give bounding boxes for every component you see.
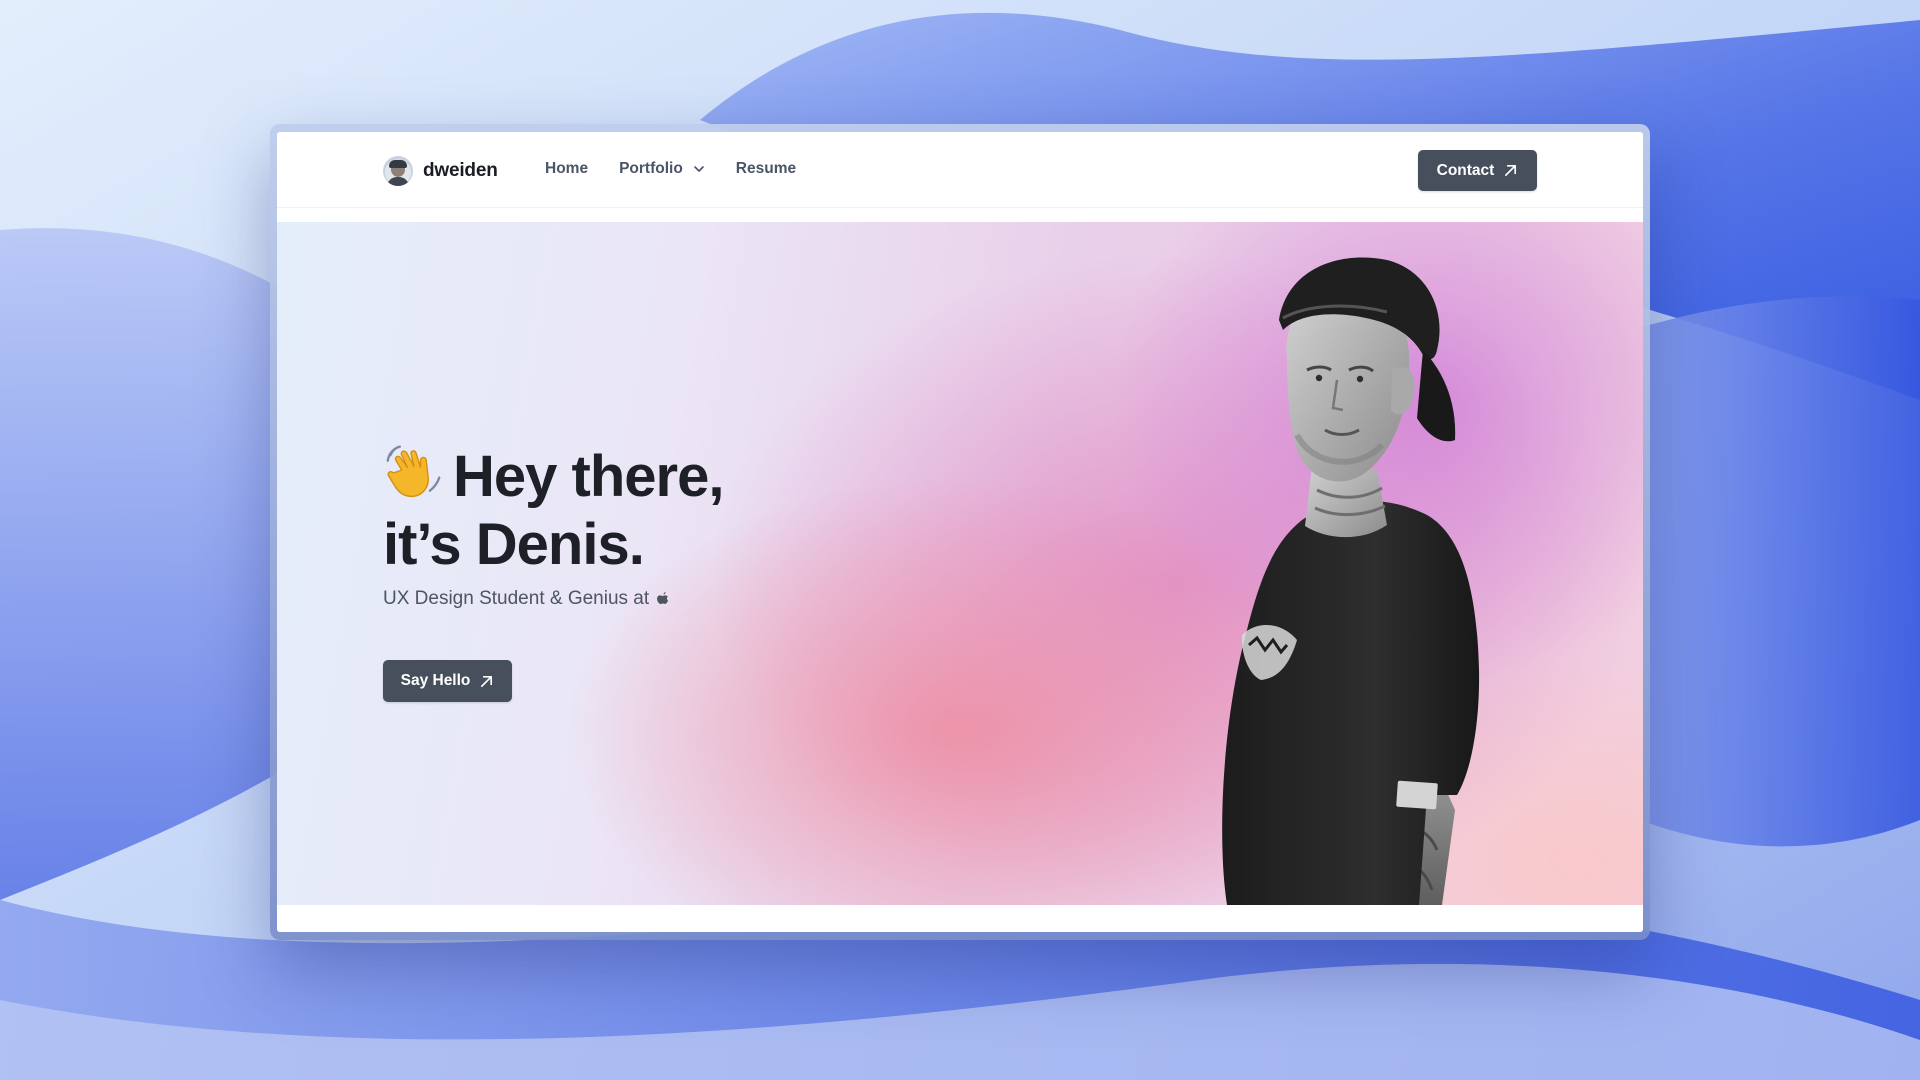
contact-button[interactable]: Contact (1418, 150, 1537, 191)
say-hello-label: Say Hello (400, 672, 471, 689)
page-bottom-strip (277, 905, 1643, 932)
nav-link-portfolio[interactable]: Portfolio (619, 160, 705, 178)
hero-title-line-1: Hey there, (453, 444, 724, 509)
arrow-up-right-icon (481, 675, 493, 687)
hero-section: Hey there, it’s Denis. UX Design Student… (277, 222, 1643, 905)
nav-link-home[interactable]: Home (545, 160, 588, 178)
avatar (383, 156, 413, 186)
page-viewport: dweiden Home Portfolio Resume Contact He… (277, 132, 1643, 932)
contact-button-label: Contact (1436, 161, 1495, 179)
arrow-up-right-icon (1505, 164, 1517, 177)
hero-title: Hey there, it’s Denis. (383, 442, 903, 579)
say-hello-button[interactable]: Say Hello (383, 660, 512, 702)
waving-hand-icon (386, 445, 441, 498)
brand-name: dweiden (423, 160, 498, 181)
portrait-photo (1222, 257, 1480, 905)
nav-links: Home Portfolio Resume (545, 160, 827, 178)
apple-logo-icon (657, 591, 669, 604)
hero-subtitle: UX Design Student & Genius at (383, 588, 670, 610)
brand-logo[interactable]: dweiden (383, 155, 498, 187)
chevron-down-icon (693, 166, 704, 172)
top-navigation: dweiden Home Portfolio Resume Contact (277, 132, 1643, 208)
browser-window: dweiden Home Portfolio Resume Contact He… (270, 124, 1650, 940)
nav-link-resume[interactable]: Resume (736, 160, 796, 178)
nav-link-portfolio-label: Portfolio (619, 160, 683, 177)
hero-subtitle-text: UX Design Student & Genius at (383, 588, 650, 609)
hero-title-line-2: it’s Denis. (383, 512, 645, 577)
